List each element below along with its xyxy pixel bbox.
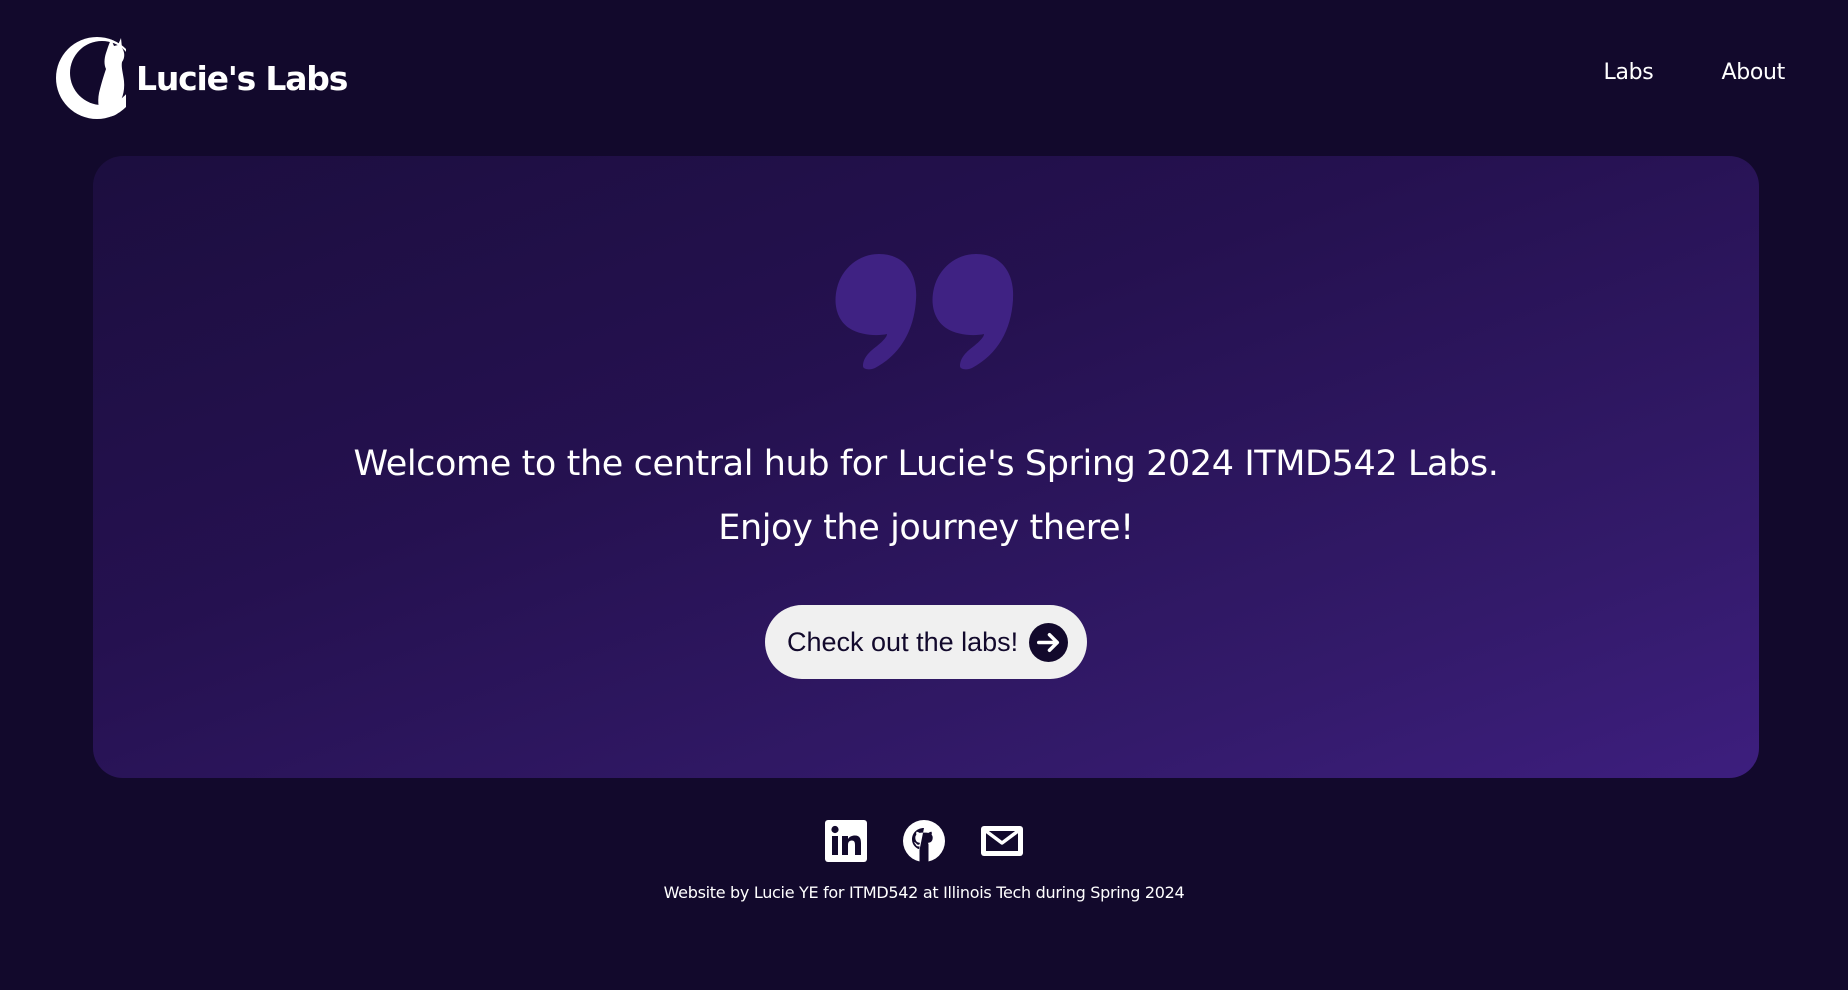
hero-card: Welcome to the central hub for Lucie's S…	[93, 156, 1759, 778]
footer-credit: Website by Lucie YE for ITMD542 at Illin…	[663, 883, 1185, 902]
logo-link[interactable]: Lucie's Labs	[56, 37, 348, 119]
welcome-message: Welcome to the central hub for Lucie's S…	[93, 432, 1759, 560]
github-link[interactable]	[903, 820, 945, 862]
email-link[interactable]	[981, 820, 1023, 862]
arrow-right-circle-icon	[1029, 623, 1068, 662]
welcome-line-1: Welcome to the central hub for Lucie's S…	[353, 444, 1499, 484]
cta-label: Check out the labs!	[787, 626, 1019, 657]
nav-link-about[interactable]: About	[1721, 60, 1785, 85]
quote-mark-icon	[835, 254, 1014, 370]
welcome-line-2: Enjoy the journey there!	[718, 508, 1134, 548]
main-nav: Labs About	[1603, 60, 1785, 85]
linkedin-icon	[825, 820, 867, 862]
github-icon	[903, 820, 945, 862]
cat-moon-logo-icon	[56, 37, 126, 119]
mail-icon	[981, 826, 1023, 856]
linkedin-link[interactable]	[825, 820, 867, 862]
site-header: Lucie's Labs Labs About	[0, 0, 1848, 150]
check-out-labs-button[interactable]: Check out the labs!	[765, 605, 1087, 679]
social-links	[0, 820, 1848, 862]
nav-link-labs[interactable]: Labs	[1603, 60, 1653, 85]
logo-text: Lucie's Labs	[136, 58, 348, 98]
